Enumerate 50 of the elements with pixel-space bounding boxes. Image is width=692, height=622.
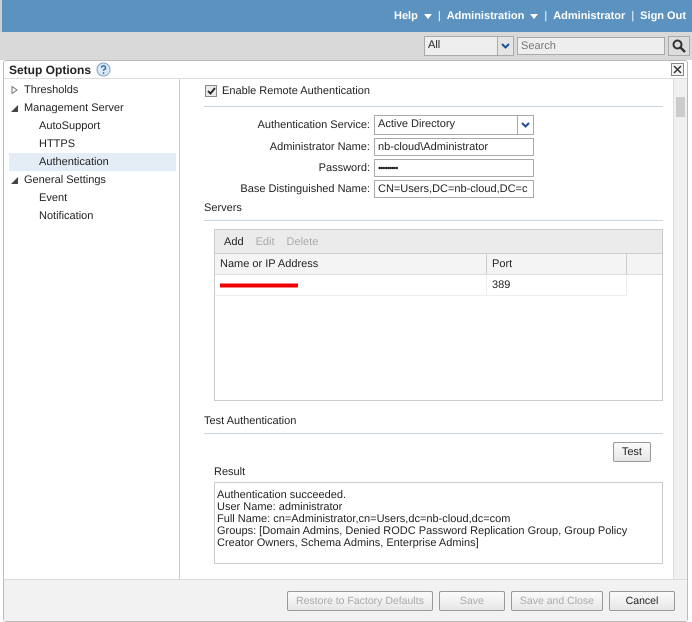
result-line: User Name: administrator xyxy=(217,501,344,513)
column-header[interactable]: Port xyxy=(487,254,627,274)
dialog-title: Setup Options xyxy=(9,62,91,76)
result-line: Full Name: cn=Administrator,cn=Users,dc=nb-cloud,dc=com xyxy=(217,513,512,525)
nav-separator: | xyxy=(631,10,634,22)
expand-triangle-icon[interactable] xyxy=(11,86,18,94)
footer-button[interactable]: Cancel xyxy=(609,590,675,610)
field-label: Base Distinguished Name: xyxy=(239,183,370,195)
checkbox[interactable] xyxy=(205,84,217,96)
field-label: Password: xyxy=(318,162,370,174)
field-label: Administrator Name: xyxy=(268,141,370,153)
tree-item[interactable]: General Settings xyxy=(9,171,176,189)
tree-item[interactable]: Management Server xyxy=(9,99,176,117)
caret-icon xyxy=(530,14,538,18)
nav-separator: | xyxy=(544,10,548,22)
table-cell: 389 xyxy=(487,275,627,295)
tree-item[interactable]: Thresholds xyxy=(9,81,176,99)
search-icon xyxy=(672,39,686,53)
tree-item[interactable]: AutoSupport xyxy=(9,117,176,135)
nav-separator: | xyxy=(438,10,441,22)
password-field[interactable]: ••••••••• xyxy=(374,159,534,177)
column-header[interactable]: Name or IP Address xyxy=(215,254,487,274)
field-label: Authentication Service: xyxy=(256,119,370,131)
help-icon[interactable] xyxy=(96,62,111,77)
chevron-down-icon xyxy=(501,43,510,49)
search-button[interactable] xyxy=(668,36,690,56)
search-field[interactable]: Search xyxy=(517,37,665,55)
checkbox-label: Enable Remote Authentication xyxy=(222,84,370,96)
scope-dropdown[interactable]: All xyxy=(424,36,514,56)
tree-item[interactable]: Notification xyxy=(9,207,176,225)
tree-item[interactable]: Authentication xyxy=(9,153,176,171)
tree-item[interactable]: HTTPS xyxy=(9,135,176,153)
chevron-down-icon xyxy=(521,122,530,128)
toolbar-button[interactable]: Add xyxy=(220,236,248,248)
collapse-triangle-icon[interactable] xyxy=(11,104,18,112)
section-heading: Servers xyxy=(204,202,243,214)
result-line: Authentication succeeded. xyxy=(217,489,348,501)
service-dropdown[interactable]: Active Directory xyxy=(374,115,534,135)
close-button[interactable] xyxy=(671,63,684,76)
input-field[interactable]: nb-cloud\Administrator xyxy=(374,138,534,156)
checkmark-icon xyxy=(206,86,216,94)
test-button[interactable]: Test xyxy=(612,442,651,462)
collapse-triangle-icon[interactable] xyxy=(11,176,18,184)
result-label: Result xyxy=(214,466,246,478)
result-line: Groups: [Domain Admins, Denied RODC Password Replication Group, Group Policy Creator Owners, Schema Admins, Enterprise Admins] xyxy=(217,525,628,549)
caret-icon xyxy=(424,14,432,18)
section-heading: Test Authentication xyxy=(204,415,298,427)
tree-item[interactable]: Event xyxy=(9,189,176,207)
input-field[interactable]: CN=Users,DC=nb-cloud,DC=c xyxy=(374,180,534,198)
close-icon xyxy=(673,65,682,74)
